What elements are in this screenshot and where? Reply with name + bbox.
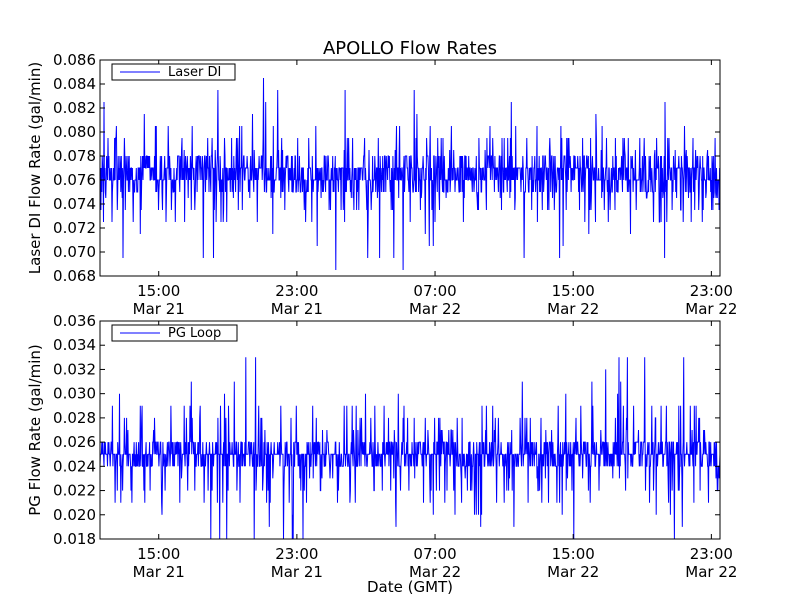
x-tick-label-time: 15:00 bbox=[552, 545, 595, 563]
y-axis-label: Laser DI Flow Rate (gal/min) bbox=[26, 62, 44, 274]
y-tick-label: 0.026 bbox=[53, 433, 96, 451]
x-tick-label-time: 23:00 bbox=[275, 545, 318, 563]
y-tick-label: 0.086 bbox=[53, 51, 96, 69]
series-line-pg-loop bbox=[100, 357, 720, 539]
figure: APOLLO Flow Rates 0.0680.0700.0720.0740.… bbox=[26, 38, 737, 596]
x-tick-label-date: Mar 22 bbox=[547, 563, 599, 581]
x-tick-label-time: 23:00 bbox=[690, 282, 733, 300]
x-axis-label: Date (GMT) bbox=[367, 578, 453, 596]
x-tick-label-time: 15:00 bbox=[552, 282, 595, 300]
y-tick-label: 0.080 bbox=[53, 123, 96, 141]
y-tick-label: 0.020 bbox=[53, 506, 96, 524]
legend-label: Laser DI bbox=[168, 65, 221, 80]
x-tick-label-date: Mar 22 bbox=[685, 300, 737, 318]
y-tick-label: 0.018 bbox=[53, 530, 96, 548]
chart-title: APOLLO Flow Rates bbox=[323, 38, 497, 59]
panel-laser-di: 0.068 0.070 0.072 0.074 0.076 0.078 0.080 0.082… bbox=[26, 51, 737, 318]
y-tick-label: 0.032 bbox=[53, 360, 96, 378]
legend-label: PG Loop bbox=[168, 326, 221, 341]
x-tick-label-date: Mar 22 bbox=[409, 300, 461, 318]
x-tick-label-date: Mar 21 bbox=[271, 300, 323, 318]
y-tick-label: 0.074 bbox=[53, 195, 96, 213]
legend: Laser DI bbox=[111, 63, 236, 81]
y-tick-label: 0.072 bbox=[53, 219, 96, 237]
x-tick-label-time: 23:00 bbox=[275, 282, 318, 300]
y-tick-label: 0.028 bbox=[53, 409, 96, 427]
series-line-laser-di bbox=[100, 77, 720, 271]
y-tick-label: 0.084 bbox=[53, 75, 96, 93]
x-tick-label-date: Mar 22 bbox=[547, 300, 599, 318]
y-tick-label: 0.022 bbox=[53, 482, 96, 500]
x-tick-label-time: 07:00 bbox=[413, 282, 456, 300]
x-tick-label-time: 15:00 bbox=[137, 545, 180, 563]
y-tick-label: 0.078 bbox=[53, 147, 96, 165]
x-tick-label-time: 07:00 bbox=[413, 545, 456, 563]
y-tick-label: 0.068 bbox=[53, 267, 96, 285]
y-tick-label: 0.024 bbox=[53, 457, 96, 475]
x-tick-label-date: Mar 21 bbox=[133, 300, 185, 318]
x-tick-label-time: 15:00 bbox=[137, 282, 180, 300]
x-tick-label-date: Mar 21 bbox=[271, 563, 323, 581]
y-axis-label: PG Flow Rate (gal/min) bbox=[26, 344, 44, 516]
y-tick-label: 0.030 bbox=[53, 385, 96, 403]
y-tick-label: 0.070 bbox=[53, 243, 96, 261]
legend: PG Loop bbox=[111, 324, 238, 342]
y-tick-label: 0.036 bbox=[53, 312, 96, 330]
panel-pg-loop: 0.018 0.020 0.022 0.024 0.026 0.028 0.030 0.032… bbox=[26, 312, 737, 581]
x-tick-label-date: Mar 22 bbox=[685, 563, 737, 581]
x-tick-label-date: Mar 21 bbox=[133, 563, 185, 581]
y-tick-label: 0.082 bbox=[53, 99, 96, 117]
y-tick-label: 0.034 bbox=[53, 336, 96, 354]
x-tick-label-time: 23:00 bbox=[690, 545, 733, 563]
y-tick-label: 0.076 bbox=[53, 171, 96, 189]
